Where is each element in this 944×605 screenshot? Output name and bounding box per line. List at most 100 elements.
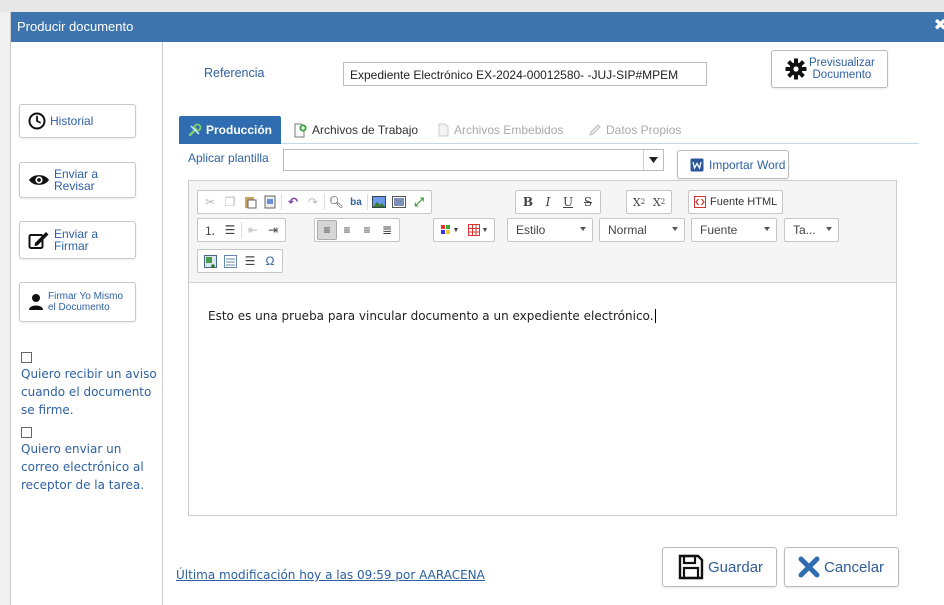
history-label: Historial xyxy=(50,114,94,128)
style-dropdown-label: Estilo xyxy=(516,223,546,237)
copy-icon[interactable]: ❐ xyxy=(220,192,240,212)
image-icon[interactable] xyxy=(369,192,389,212)
align-justify-icon[interactable]: ≣ xyxy=(377,220,397,240)
editor-toolbar: ✂ ❐ ↶ ↷ 🔍︎ ba ⤢ B I U S X 2 X 2 Fuente H… xyxy=(189,181,896,283)
paste-text-icon[interactable] xyxy=(260,192,280,212)
file-icon xyxy=(438,123,449,137)
html-source-icon xyxy=(694,196,706,208)
align-center-icon[interactable]: ≡ xyxy=(337,220,357,240)
chevron-down-icon xyxy=(580,227,586,231)
action-sidebar: Historial Enviar a Revisar Enviar a Firm… xyxy=(11,42,163,605)
sign-icon xyxy=(28,232,49,249)
tab-produccion-label: Producción xyxy=(206,123,273,137)
preview-document-label: Previsualizar Documento xyxy=(809,57,875,81)
superscript-button[interactable]: X2 xyxy=(649,192,669,212)
size-dropdown-label: Ta... xyxy=(793,223,816,237)
source-html-button[interactable]: Fuente HTML xyxy=(688,190,784,214)
editor-content[interactable]: Esto es una prueba para vincular documen… xyxy=(208,309,656,323)
format-dropdown-label: Normal xyxy=(608,223,647,237)
cut-icon[interactable]: ✂ xyxy=(200,192,220,212)
template-select[interactable] xyxy=(283,149,664,171)
email-receiver-checkbox[interactable] xyxy=(21,427,32,438)
rich-text-editor: ✂ ❐ ↶ ↷ 🔍︎ ba ⤢ B I U S X 2 X 2 Fuente H… xyxy=(188,180,897,516)
tab-datos-propios[interactable]: Datos Propios xyxy=(588,116,681,144)
insert-image-icon[interactable] xyxy=(200,251,220,271)
reference-label: Referencia xyxy=(204,66,265,80)
underline-button[interactable]: U xyxy=(558,192,578,212)
color-picker-icon[interactable]: ▼ xyxy=(436,220,464,240)
subscript-button[interactable]: X2 xyxy=(629,192,649,212)
send-to-sign-button[interactable]: Enviar a Firmar xyxy=(19,221,136,259)
chevron-down-icon[interactable] xyxy=(643,150,663,170)
send-to-sign-label: Enviar a Firmar xyxy=(54,227,99,253)
notify-on-sign-checkbox[interactable] xyxy=(21,352,32,363)
strike-button[interactable]: S xyxy=(578,192,598,212)
document-tabs: Producción Archivos de Trabajo Archivos … xyxy=(179,116,919,144)
tab-archivos-de-trabajo-label: Archivos de Trabajo xyxy=(312,123,419,137)
close-icon[interactable]: ✖ xyxy=(934,17,944,35)
bold-button[interactable]: B xyxy=(518,192,538,212)
reference-input[interactable]: Expediente Electrónico EX-2024-00012580-… xyxy=(343,62,707,86)
save-button[interactable]: Guardar xyxy=(662,547,777,587)
tab-datos-propios-label: Datos Propios xyxy=(606,123,682,137)
eye-icon xyxy=(29,175,49,185)
format-dropdown[interactable]: Normal xyxy=(599,218,685,242)
redo-icon[interactable]: ↷ xyxy=(303,192,323,212)
align-left-icon[interactable]: ≡ xyxy=(317,220,337,240)
table-grid-icon[interactable]: ▼ xyxy=(464,220,492,240)
clipboard-group: ✂ ❐ ↶ ↷ 🔍︎ ba ⤢ xyxy=(197,190,432,214)
tools-icon xyxy=(188,123,202,137)
horizontal-line-icon[interactable]: ☰ xyxy=(240,251,260,271)
last-modified-link[interactable]: Última modificación hoy a las 09:59 por … xyxy=(176,568,485,582)
preview-document-button[interactable]: Previsualizar Documento xyxy=(771,50,888,88)
insert-form-icon[interactable] xyxy=(220,251,240,271)
chevron-down-icon xyxy=(672,227,678,231)
insert-group: ☰ Ω xyxy=(197,249,283,273)
save-icon xyxy=(678,554,704,580)
script-group: X2 X2 xyxy=(626,190,672,214)
tab-archivos-de-trabajo[interactable]: Archivos de Trabajo xyxy=(293,116,418,144)
font-dropdown-label: Fuente xyxy=(700,223,738,237)
produce-document-dialog: Producir documento ✖ Historial Enviar a … xyxy=(10,12,944,605)
sign-myself-button[interactable]: Firmar Yo Mismo el Documento xyxy=(19,282,136,322)
find-icon[interactable]: 🔍︎ xyxy=(326,192,346,212)
send-to-review-label: Enviar a Revisar xyxy=(54,167,99,193)
chevron-down-icon xyxy=(826,227,832,231)
dialog-title: Producir documento xyxy=(17,19,134,34)
send-to-review-button[interactable]: Enviar a Revisar xyxy=(19,162,136,198)
chevron-down-icon xyxy=(764,227,770,231)
source-html-label: Fuente HTML xyxy=(710,196,778,208)
editor-text: Esto es una prueba para vincular documen… xyxy=(208,309,654,323)
replace-icon[interactable]: ba xyxy=(346,192,366,212)
size-dropdown[interactable]: Ta... xyxy=(784,218,839,242)
outdent-icon[interactable]: ⇤ xyxy=(243,220,263,240)
special-char-icon[interactable]: Ω xyxy=(260,251,280,271)
user-icon xyxy=(29,294,43,310)
numbered-list-icon[interactable]: ⒈ xyxy=(200,220,220,240)
font-dropdown[interactable]: Fuente xyxy=(691,218,777,242)
notify-on-sign-option: Quiero recibir un aviso cuando el docume… xyxy=(21,352,161,419)
undo-icon[interactable]: ↶ xyxy=(283,192,303,212)
paste-icon[interactable] xyxy=(240,192,260,212)
align-right-icon[interactable]: ≡ xyxy=(357,220,377,240)
cancel-button[interactable]: Cancelar xyxy=(784,547,899,587)
indent-icon[interactable]: ⇥ xyxy=(263,220,283,240)
style-dropdown[interactable]: Estilo xyxy=(507,218,593,242)
bullet-list-icon[interactable]: ☰ xyxy=(220,220,240,240)
import-word-button[interactable]: Importar Word xyxy=(677,150,789,179)
save-label: Guardar xyxy=(708,558,764,576)
background-strip xyxy=(0,0,944,12)
sign-myself-label: Firmar Yo Mismo el Documento xyxy=(48,291,124,313)
text-format-group: B I U S xyxy=(515,190,601,214)
table-insert-icon[interactable] xyxy=(389,192,409,212)
italic-button[interactable]: I xyxy=(538,192,558,212)
notify-on-sign-label: Quiero recibir un aviso cuando el docume… xyxy=(21,367,157,417)
add-file-icon xyxy=(294,123,307,137)
tab-archivos-embebidos[interactable]: Archivos Embebidos xyxy=(437,116,563,144)
tab-produccion[interactable]: Producción xyxy=(179,116,282,144)
maximize-icon[interactable]: ⤢ xyxy=(409,192,429,212)
list-group: ⒈ ☰ ⇤ ⇥ xyxy=(197,218,286,242)
color-table-group: ▼ ▼ xyxy=(433,218,495,242)
clock-icon xyxy=(28,112,46,130)
history-button[interactable]: Historial xyxy=(19,104,136,138)
